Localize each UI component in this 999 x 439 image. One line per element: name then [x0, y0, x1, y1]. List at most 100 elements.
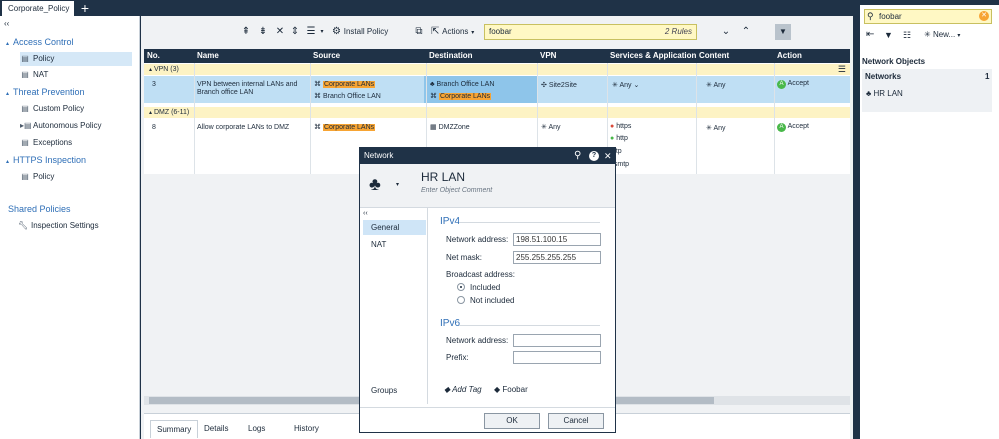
collapse-tabs-button[interactable]: ‹‹	[363, 210, 368, 217]
add-tab-button[interactable]: +	[78, 0, 92, 16]
rule-search-input[interactable]: foobar 2 Rules	[484, 24, 697, 40]
nav-shared-policies[interactable]: Shared Policies	[8, 202, 147, 216]
networks-label[interactable]: Networks	[865, 72, 901, 81]
section-vpn[interactable]: ▴ VPN (3) ☰	[144, 64, 850, 75]
install-policy-label: Install Policy	[343, 27, 389, 36]
object-comment-input[interactable]: Enter Object Comment	[421, 187, 492, 194]
nav-exceptions[interactable]: ▤ Exceptions	[20, 136, 132, 150]
network-type-icon[interactable]: ♣	[369, 174, 381, 194]
section-dmz[interactable]: ▴ DMZ (6-11)	[144, 107, 850, 118]
net-mask-input[interactable]: 255.255.255.255	[513, 251, 601, 264]
column-header-services[interactable]: Services & Applications	[607, 49, 701, 63]
column-header-vpn[interactable]: VPN	[537, 49, 607, 63]
nav-https-policy[interactable]: ▤ Policy	[20, 170, 132, 184]
vpn-community[interactable]: ✣ Site2Site	[541, 81, 577, 91]
source-object[interactable]: ⌘ Branch Office LAN	[314, 92, 381, 102]
add-rule-above-icon[interactable]: ⇞	[239, 24, 253, 40]
destination-object[interactable]: ⌘ Corporate LANs	[430, 92, 492, 102]
destination-object[interactable]: ♣ Branch Office LAN	[430, 80, 494, 90]
action-cell[interactable]: A Accept	[777, 122, 809, 132]
collapse-nav-button[interactable]: ‹‹	[4, 17, 143, 31]
actions-menu-button[interactable]: ⇱ Actions ▾	[431, 24, 483, 40]
service-label: http	[616, 135, 628, 142]
broadcast-address-label: Broadcast address:	[446, 270, 515, 279]
filter-icon[interactable]: ▼	[884, 28, 893, 42]
tab-summary[interactable]: Summary	[150, 420, 199, 438]
chevron-up-icon[interactable]: ⌃	[739, 24, 753, 40]
actions-icon: ⇱	[431, 26, 440, 37]
collapse-arrow-icon: ▴	[149, 110, 153, 116]
nav-custom-policy-label: Custom Policy	[33, 104, 85, 113]
tab-groups[interactable]: Groups	[363, 383, 426, 398]
nav-inspection-settings[interactable]: 🔧︎ Inspection Settings	[18, 219, 130, 233]
nav-policy[interactable]: ▤ Policy	[20, 52, 132, 66]
service-https[interactable]: ● https	[610, 122, 631, 132]
service-http[interactable]: ● http	[610, 134, 628, 144]
tab-history[interactable]: History	[288, 420, 325, 438]
chevron-down-icon[interactable]: ⌄	[719, 24, 733, 40]
network-group-icon: ⌘	[430, 93, 437, 100]
broadcast-included-radio[interactable]	[457, 283, 465, 291]
tab-nat[interactable]: NAT	[363, 237, 426, 252]
add-tag-button[interactable]: ◆ Add Tag	[444, 385, 482, 394]
add-rule-below-icon[interactable]: ⇟	[256, 24, 270, 40]
services-cell[interactable]: ✳ Any ⌄	[612, 81, 639, 91]
content-cell[interactable]: ✳ Any	[706, 124, 726, 134]
tag-foobar[interactable]: ◆ Foobar	[494, 385, 528, 394]
nav-threat-prevention[interactable]: ▴ Threat Prevention	[6, 85, 145, 99]
install-policy-button[interactable]: ⚙ Install Policy	[332, 24, 412, 40]
destination-object[interactable]: ▦ DMZZone	[430, 123, 470, 133]
delete-rule-icon[interactable]: ✕	[274, 24, 286, 40]
nav-autonomous-policy[interactable]: ▸▤Autonomous Policy	[20, 119, 132, 133]
prefix-input[interactable]	[513, 351, 601, 364]
search-icon[interactable]: ⚲	[574, 148, 581, 164]
filter-icon[interactable]: ▼	[775, 24, 791, 40]
chevron-down-icon[interactable]: ▾	[396, 181, 399, 188]
nav-nat[interactable]: ▤ NAT	[20, 68, 132, 82]
tab-corporate-policy[interactable]: Corporate_Policy	[2, 1, 74, 16]
tab-logs[interactable]: Logs	[242, 420, 271, 438]
network-icon: ♣	[866, 89, 872, 98]
source-object[interactable]: ⌘ Corporate LANs	[314, 123, 376, 133]
tab-general[interactable]: General	[363, 220, 426, 235]
move-rule-icon[interactable]: ⇕	[289, 24, 301, 40]
source-object[interactable]: ⌘ Corporate LANs	[314, 80, 376, 90]
ok-button[interactable]: OK	[484, 413, 540, 429]
ipv6-network-address-input[interactable]	[513, 334, 601, 347]
nat-icon: ▤	[21, 70, 29, 79]
action-label: Accept	[787, 80, 809, 87]
object-search-input[interactable]: ⚲ foobar ✕	[864, 9, 992, 24]
help-icon[interactable]: ?	[589, 151, 599, 161]
cancel-button[interactable]: Cancel	[548, 413, 604, 429]
tab-details[interactable]: Details	[198, 420, 234, 438]
nav-https-inspection[interactable]: ▴ HTTPS Inspection	[6, 153, 145, 167]
vpn-cell[interactable]: ✳ Any	[541, 123, 561, 133]
ipv4-section-title: IPv4	[440, 216, 461, 227]
column-header-action[interactable]: Action	[774, 49, 850, 63]
objects-icon[interactable]: ⧉	[413, 24, 425, 40]
dialog-title: Network	[364, 151, 394, 160]
object-item-hr-lan[interactable]: ♣ HR LAN	[866, 89, 903, 98]
action-cell[interactable]: A Accept	[777, 79, 809, 89]
list-icon[interactable]: ☰	[305, 24, 317, 40]
content-cell[interactable]: ✳ Any	[706, 81, 726, 91]
chevron-down-icon[interactable]: ▾	[318, 24, 326, 40]
broadcast-not-included-radio[interactable]	[457, 296, 465, 304]
nav-access-control[interactable]: ▴ Access Control	[6, 35, 145, 49]
clear-search-icon[interactable]: ✕	[979, 11, 989, 21]
back-icon[interactable]: ⇤	[866, 28, 874, 42]
object-name[interactable]: HR LAN	[421, 170, 465, 184]
nav-custom-policy[interactable]: ▤ Custom Policy	[20, 102, 132, 116]
section-menu-icon[interactable]: ☰	[838, 64, 846, 75]
net-mask-label: Net mask:	[446, 253, 483, 262]
zone-icon: ▦	[430, 124, 437, 131]
column-header-destination[interactable]: Destination	[426, 49, 537, 63]
column-header-name[interactable]: Name	[194, 49, 310, 63]
close-icon[interactable]: ✕	[604, 148, 612, 164]
new-object-button[interactable]: ✳ New... ▾	[924, 28, 960, 43]
column-header-content[interactable]: Content	[696, 49, 774, 63]
network-address-input[interactable]: 198.51.100.15	[513, 233, 601, 246]
list-view-icon[interactable]: ☷	[903, 28, 911, 42]
column-header-source[interactable]: Source	[310, 49, 426, 63]
column-header-no[interactable]: No.	[144, 49, 194, 63]
